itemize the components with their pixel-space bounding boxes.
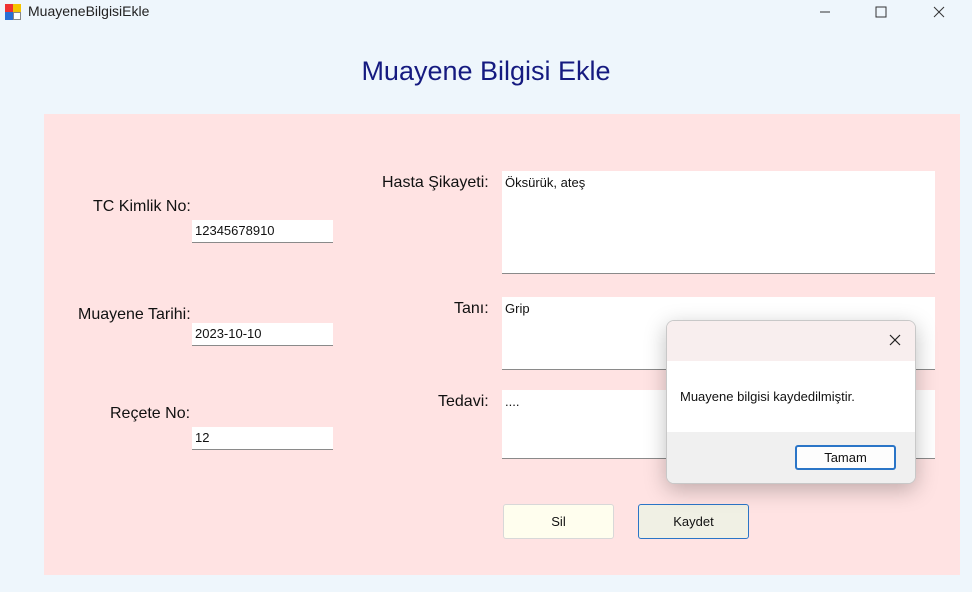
sikayet-textarea[interactable]: Öksürük, ateş [502,171,935,274]
window-titlebar: MuayeneBilgisiEkle [0,0,972,24]
save-button[interactable]: Kaydet [638,504,749,539]
message-dialog: Muayene bilgisi kaydedilmiştir. Tamam [666,320,916,484]
tc-input[interactable]: 12345678910 [192,220,333,243]
close-icon [933,6,945,18]
dialog-message: Muayene bilgisi kaydedilmiştir. [680,389,855,404]
recete-input[interactable]: 12 [192,427,333,450]
delete-button[interactable]: Sil [503,504,614,539]
delete-button-label: Sil [551,514,566,529]
close-icon [889,334,901,346]
tc-label: TC Kimlik No: [93,198,191,215]
ok-button[interactable]: Tamam [795,445,896,470]
dialog-close-button[interactable] [887,332,903,353]
date-label: Muayene Tarihi: [78,306,191,323]
window-close-button[interactable] [916,0,962,24]
tani-label: Tanı: [454,300,489,317]
page-title: Muayene Bilgisi Ekle [361,56,611,86]
minimize-button[interactable] [802,0,848,24]
app-icon [5,4,21,20]
date-input[interactable]: 2023-10-10 [192,323,333,346]
recete-label: Reçete No: [110,405,191,422]
ok-button-label: Tamam [824,450,867,465]
maximize-icon [875,6,887,18]
sikayet-label: Hasta Şikayeti: [382,174,489,191]
minimize-icon [820,11,830,13]
tedavi-label: Tedavi: [438,393,489,410]
window-title: MuayeneBilgisiEkle [28,3,150,19]
maximize-button[interactable] [858,0,904,24]
dialog-header [667,321,915,361]
save-button-label: Kaydet [673,514,714,529]
